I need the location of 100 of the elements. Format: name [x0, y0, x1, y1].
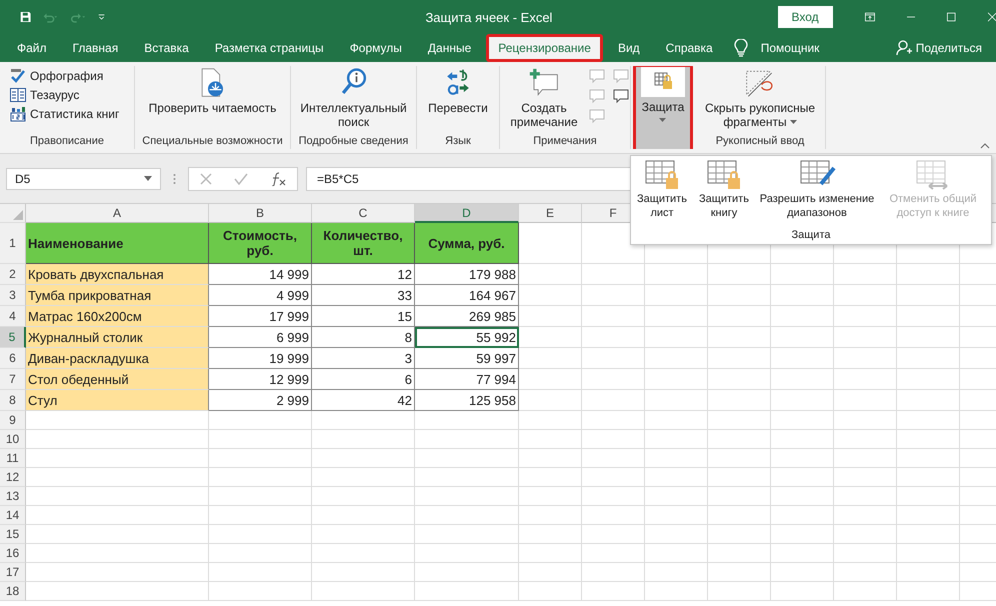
menu-item[interactable]: Защитить книгу [693, 158, 755, 229]
close-icon[interactable] [988, 11, 996, 23]
ribbon-tab[interactable]: Вставка [133, 34, 200, 62]
empty-cell [519, 264, 582, 285]
table-cell: 15 [312, 306, 415, 327]
ribbon-display-icon[interactable] [864, 11, 875, 23]
row-header[interactable]: 13 [0, 487, 26, 506]
row-header[interactable]: 5 [0, 327, 26, 348]
empty-cell [834, 348, 897, 369]
empty-cell [771, 487, 834, 506]
empty-cell [708, 306, 771, 327]
empty-cell [771, 264, 834, 285]
empty-cell [582, 449, 645, 468]
ribbon-tab[interactable]: Файл [6, 34, 58, 62]
empty-cell [645, 582, 708, 601]
lightbulb-icon [734, 39, 748, 57]
window-title: Защита ячеек - Excel [425, 10, 554, 24]
row-header[interactable]: 12 [0, 468, 26, 487]
empty-cell [708, 544, 771, 563]
drag-handle-icon[interactable] [173, 172, 176, 184]
assistant-tab[interactable]: Помощник [750, 34, 830, 62]
empty-cell [645, 487, 708, 506]
ribbon-tab[interactable]: Вид [606, 34, 651, 62]
empty-cell [645, 525, 708, 544]
empty-cell [582, 264, 645, 285]
empty-cell [708, 582, 771, 601]
ribbon-tab[interactable]: Рецензирование [486, 34, 603, 62]
empty-cell [897, 348, 960, 369]
empty-cell [708, 430, 771, 449]
empty-cell [645, 264, 708, 285]
empty-cell [771, 306, 834, 327]
ribbon-button[interactable]: Интеллектуальный поиск [291, 66, 416, 135]
empty-cell [708, 506, 771, 525]
empty-cell [645, 430, 708, 449]
ribbon-button[interactable]: Перевести [424, 66, 492, 135]
group-label: Защита [790, 229, 832, 243]
collapse-ribbon-icon[interactable] [980, 143, 990, 149]
table-cell: 164 967 [415, 285, 519, 306]
customize-toolbar-icon[interactable] [98, 12, 106, 22]
empty-cell [645, 348, 708, 369]
column-header[interactable]: E [519, 204, 582, 223]
share-button[interactable]: Поделиться [882, 34, 996, 62]
cancel-icon[interactable] [200, 172, 212, 184]
row-header[interactable]: 3 [0, 285, 26, 306]
checkmark-icon[interactable] [234, 172, 248, 184]
row-header[interactable]: 17 [0, 563, 26, 582]
row-header[interactable]: 18 [0, 582, 26, 601]
ribbon-button[interactable]: Статистика книг [8, 104, 122, 124]
group-label: Язык [444, 135, 472, 149]
ribbon-tab[interactable]: Справка [654, 34, 724, 62]
maximize-icon[interactable] [947, 11, 956, 23]
empty-cell [645, 327, 708, 348]
select-all-corner[interactable] [0, 204, 26, 223]
row-header[interactable]: 15 [0, 525, 26, 544]
sign-in-button[interactable]: Вход [778, 6, 833, 28]
empty-cell [834, 285, 897, 306]
row-header[interactable]: 11 [0, 449, 26, 468]
row-header[interactable]: 4 [0, 306, 26, 327]
table-cell: Диван-раскладушка [26, 348, 209, 369]
empty-cell [897, 390, 960, 411]
row-header[interactable]: 10 [0, 430, 26, 449]
function-icon[interactable] [270, 172, 286, 186]
table-cell: Стоимость, руб. [209, 223, 312, 264]
empty-cell [897, 327, 960, 348]
row-header[interactable]: 2 [0, 264, 26, 285]
ribbon-button[interactable]: Орфография [8, 66, 106, 86]
column-header[interactable]: D [415, 204, 519, 223]
table-cell: 8 [312, 327, 415, 348]
ribbon-tab[interactable]: Главная [62, 34, 130, 62]
row-header[interactable]: 7 [0, 369, 26, 390]
ribbon-button[interactable]: Проверить читаемость [144, 66, 280, 135]
ribbon-button[interactable]: Скрыть рукописные фрагменты [696, 66, 824, 135]
row-header[interactable]: 16 [0, 544, 26, 563]
ribbon-button[interactable]: Защита [633, 66, 693, 149]
ribbon-tab[interactable]: Формулы [338, 34, 413, 62]
ribbon-button[interactable]: Создать примечание [500, 66, 588, 135]
ribbon-button[interactable]: Тезаурус [8, 86, 82, 104]
empty-cell [771, 327, 834, 348]
minimize-icon[interactable] [906, 16, 916, 18]
table-cell: Наименование [26, 223, 209, 264]
empty-cell [897, 563, 960, 582]
person-icon [896, 40, 912, 56]
row-header[interactable]: 14 [0, 506, 26, 525]
row-header[interactable]: 8 [0, 390, 26, 411]
empty-cell [519, 390, 582, 411]
row-header[interactable]: 9 [0, 411, 26, 430]
statistics-icon [10, 106, 26, 122]
table-cell: Сумма, руб. [415, 223, 519, 264]
row-header[interactable]: 6 [0, 348, 26, 369]
empty-cell [708, 285, 771, 306]
empty-cell [771, 369, 834, 390]
menu-item[interactable]: Разрешить изменение диапазонов [755, 158, 879, 229]
ribbon-tab[interactable]: Разметка страницы [204, 34, 335, 62]
save-icon[interactable] [20, 9, 32, 25]
name-box[interactable]: D5 [6, 168, 161, 190]
empty-cell [582, 306, 645, 327]
ribbon-tab[interactable]: Данные [416, 34, 482, 62]
row-header[interactable]: 1 [0, 223, 26, 264]
comment-icon[interactable] [612, 88, 630, 104]
empty-cell [645, 306, 708, 327]
